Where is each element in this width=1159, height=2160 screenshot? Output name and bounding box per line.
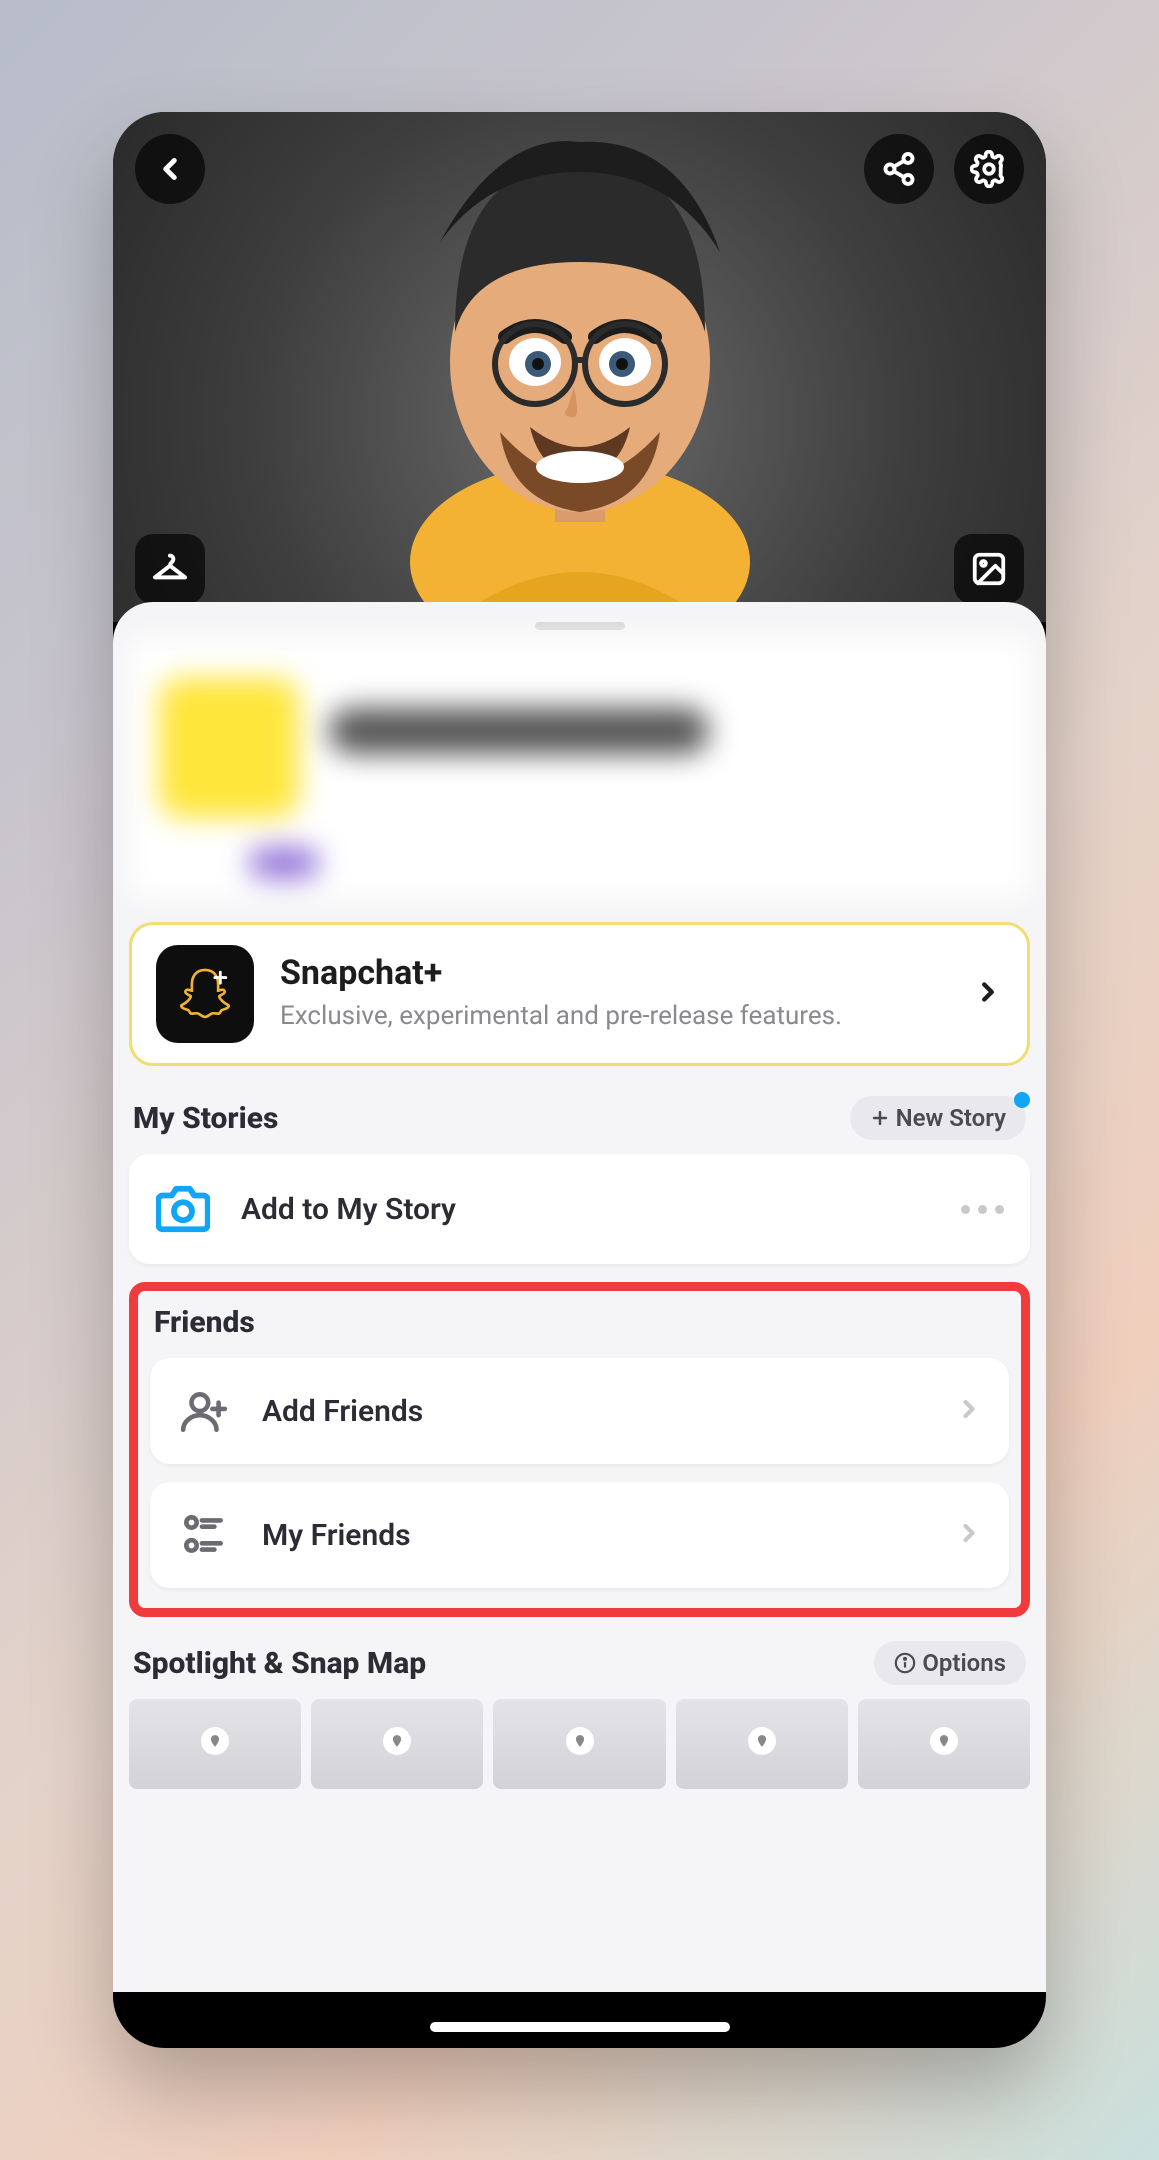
bottom-bar <box>113 1992 1046 2048</box>
friends-list-icon <box>179 1510 229 1560</box>
spotlight-row <box>129 1699 1030 1789</box>
share-button[interactable] <box>864 134 934 204</box>
snapchat-plus-title: Snapchat+ <box>280 953 947 993</box>
spotlight-options-button[interactable]: Options <box>874 1641 1026 1685</box>
sheet-grabber[interactable] <box>535 622 625 630</box>
section-title-stories: My Stories <box>133 1101 278 1136</box>
share-icon <box>881 151 917 187</box>
spotlight-thumbnail[interactable] <box>493 1699 665 1789</box>
add-friends-label: Add Friends <box>262 1394 925 1429</box>
spotlight-thumbnail[interactable] <box>858 1699 1030 1789</box>
settings-button[interactable] <box>954 134 1024 204</box>
new-story-button[interactable]: New Story <box>850 1096 1026 1140</box>
outfit-button[interactable] <box>135 534 205 604</box>
profile-identity-blurred <box>129 638 1030 898</box>
section-title-spotlight: Spotlight & Snap Map <box>133 1646 426 1681</box>
more-options-button[interactable] <box>961 1205 1004 1214</box>
snapchat-plus-subtitle: Exclusive, experimental and pre-release … <box>280 999 947 1034</box>
back-button[interactable] <box>135 134 205 204</box>
chevron-right-icon <box>973 977 1003 1011</box>
chevron-left-icon <box>153 152 187 186</box>
notification-dot <box>1014 1092 1030 1108</box>
change-background-button[interactable] <box>954 534 1024 604</box>
picture-icon <box>970 550 1008 588</box>
add-story-label: Add to My Story <box>241 1192 931 1227</box>
snapchat-plus-card[interactable]: Snapchat+ Exclusive, experimental and pr… <box>129 922 1030 1066</box>
camera-icon <box>156 1182 210 1236</box>
hanger-icon <box>150 549 190 589</box>
bitmoji-avatar[interactable] <box>360 132 800 652</box>
section-title-friends: Friends <box>150 1305 1009 1340</box>
spotlight-thumbnail[interactable] <box>129 1699 301 1789</box>
spotlight-thumbnail[interactable] <box>676 1699 848 1789</box>
friends-highlight-box: Friends Add Friends My Friends <box>129 1282 1030 1617</box>
add-friends-card[interactable]: Add Friends <box>150 1358 1009 1464</box>
phone-frame: Snapchat+ Exclusive, experimental and pr… <box>113 112 1046 2048</box>
gear-icon <box>970 150 1008 188</box>
chevron-right-icon <box>955 1395 983 1427</box>
my-friends-label: My Friends <box>262 1518 925 1553</box>
spotlight-thumbnail[interactable] <box>311 1699 483 1789</box>
my-friends-card[interactable]: My Friends <box>150 1482 1009 1588</box>
profile-sheet: Snapchat+ Exclusive, experimental and pr… <box>113 602 1046 2048</box>
info-icon <box>894 1652 916 1674</box>
add-friend-icon <box>179 1386 229 1436</box>
new-story-label: New Story <box>896 1104 1006 1132</box>
home-indicator[interactable] <box>430 2022 730 2032</box>
snapchat-plus-icon <box>156 945 254 1043</box>
spotlight-options-label: Options <box>922 1649 1006 1677</box>
add-to-my-story-card[interactable]: Add to My Story <box>129 1154 1030 1264</box>
plus-icon <box>870 1108 890 1128</box>
chevron-right-icon <box>955 1519 983 1551</box>
profile-hero <box>113 112 1046 622</box>
